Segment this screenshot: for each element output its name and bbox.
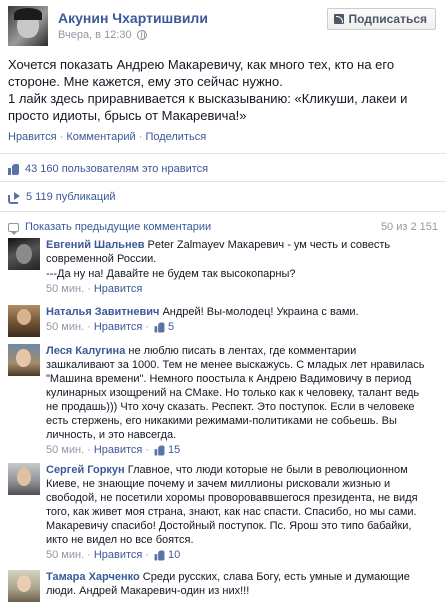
divider (0, 211, 446, 212)
comment-meta: 50 мин. · Нравится · 15 (46, 443, 181, 457)
comment-meta: 50 мин. · Нравится (46, 282, 143, 296)
comment-text: ---Да ну на! Давайте не будем так высоко… (46, 268, 296, 280)
comments-count: 50 из 2 151 (380, 221, 438, 233)
commenter-avatar[interactable] (8, 570, 40, 602)
author-avatar[interactable] (8, 6, 48, 46)
commenter-name[interactable]: Леся Калугина (46, 345, 125, 357)
subscribe-label: Подписаться (348, 12, 427, 26)
globe-icon (136, 30, 147, 40)
comment-like-link[interactable]: Нравится (94, 282, 143, 296)
divider (0, 153, 446, 154)
thumbs-up-icon (154, 550, 165, 560)
comment-text: икто не видел но все боятся. (46, 534, 194, 546)
show-previous-comments-link[interactable]: Показать предыдущие комментарии (25, 221, 211, 233)
comment-like-link[interactable]: Нравится (94, 320, 143, 334)
comment-text: свободой, не посетили хоромы проворовавв… (46, 492, 418, 504)
comment-text: Киеве, не знающие почему и зачем миллион… (46, 478, 391, 490)
post-header: Акунин Чхартишвили Вчера, в 12:30 Подпис… (8, 6, 438, 48)
post-time[interactable]: Вчера, в 12:30 (58, 29, 132, 41)
commenter-name[interactable]: Евгений Шальнев (46, 239, 144, 251)
comment-text: не продашь))) Что хочу сказать. Респект.… (46, 401, 415, 413)
separator: · (138, 131, 143, 143)
comment-text: люди. Андрей Макаревич-один из них!!! (46, 585, 250, 597)
comment-time[interactable]: 50 мин. (46, 548, 84, 562)
comment-time[interactable]: 50 мин. (46, 282, 84, 296)
comment-text: Макаревичу спасибо! Достойный поступок. … (46, 520, 412, 532)
shares-count-link[interactable]: 5 119 публикаций (26, 191, 115, 203)
comment-text: Среди русских, слава Богу, есть умные и … (142, 571, 410, 583)
comment-text: Главное, что люди которые не были в рево… (127, 464, 408, 476)
likes-summary: 43 160 пользователям это нравится (8, 163, 208, 175)
likes-count-link[interactable]: 43 160 пользователям это нравится (25, 163, 208, 175)
comment-like-count[interactable]: 5 (168, 320, 174, 334)
share-link[interactable]: Поделиться (145, 131, 206, 143)
comment-link[interactable]: Комментарий (66, 131, 135, 143)
author-name-link[interactable]: Акунин Чхартишвили (58, 10, 208, 26)
post-actions: Нравится · Комментарий · Поделиться (8, 131, 206, 143)
post-text-line: просто идиоты, брысь от Макаревича!» (8, 108, 247, 123)
comment-time[interactable]: 50 мин. (46, 320, 84, 334)
comment-time[interactable]: 50 мин. (46, 443, 84, 457)
comment-like-link[interactable]: Нравится (94, 548, 143, 562)
comment-text: Андрей! Вы-молодец! Украина с вами. (162, 306, 359, 318)
comment-text: личность, и это навсегда. (46, 429, 177, 441)
comment-text: Peter Zalmayev Макаревич - ум честь и со… (147, 239, 391, 251)
comment-text: есть стержень, его никакими режимами-пол… (46, 415, 397, 427)
share-icon (8, 191, 20, 204)
shares-summary: 5 119 публикаций (8, 191, 115, 204)
comment-text: не люблю писать в лентах, где комментари… (128, 345, 357, 357)
commenter-avatar[interactable] (8, 463, 40, 495)
comment-icon (8, 222, 19, 235)
commenter-name[interactable]: Тамара Харченко (46, 571, 140, 583)
thumbs-up-icon (8, 163, 19, 175)
commenter-avatar[interactable] (8, 305, 40, 337)
post-text-line: Хочется показать Андрею Макаревичу, как … (8, 57, 395, 72)
comment-text: современной России. (46, 253, 157, 265)
commenter-avatar[interactable] (8, 344, 40, 376)
divider (0, 181, 446, 182)
comment-text: "Машина времени". Немного поостыла к Анд… (46, 373, 412, 385)
comment-text: того, как живет моя страна, знают, как н… (46, 506, 417, 518)
thumbs-up-icon (154, 322, 165, 332)
rss-icon (333, 14, 344, 24)
commenter-name[interactable]: Наталья Завитневич (46, 306, 159, 318)
post-meta: Вчера, в 12:30 (58, 29, 147, 41)
comment-like-count[interactable]: 10 (168, 548, 180, 562)
comment-text: зашкаливают за 1000. Тем не менее выскаж… (46, 359, 425, 371)
thumbs-up-icon (154, 445, 165, 455)
subscribe-button[interactable]: Подписаться (326, 8, 436, 30)
previous-comments-row: Показать предыдущие комментарии 50 из 2 … (8, 221, 438, 235)
post-text: Хочется показать Андрею Макаревичу, как … (8, 56, 428, 124)
comment-meta: 50 мин. · Нравится · 5 (46, 320, 175, 334)
comment-like-link[interactable]: Нравится (94, 443, 143, 457)
comment-like-count[interactable]: 15 (168, 443, 180, 457)
post-text-line: 1 лайк здесь приравнивается к высказыван… (8, 91, 408, 106)
commenter-name[interactable]: Сергей Горкун (46, 464, 125, 476)
like-link[interactable]: Нравится (8, 131, 57, 143)
commenter-avatar[interactable] (8, 238, 40, 270)
separator: · (59, 131, 64, 143)
comment-text: кулинарных изощрений на СМаке. Но только… (46, 387, 420, 399)
comment-meta: 50 мин. · Нравится · 10 (46, 548, 181, 562)
post-text-line: стороне. Мне кажется, ему это сейчас нуж… (8, 74, 283, 89)
